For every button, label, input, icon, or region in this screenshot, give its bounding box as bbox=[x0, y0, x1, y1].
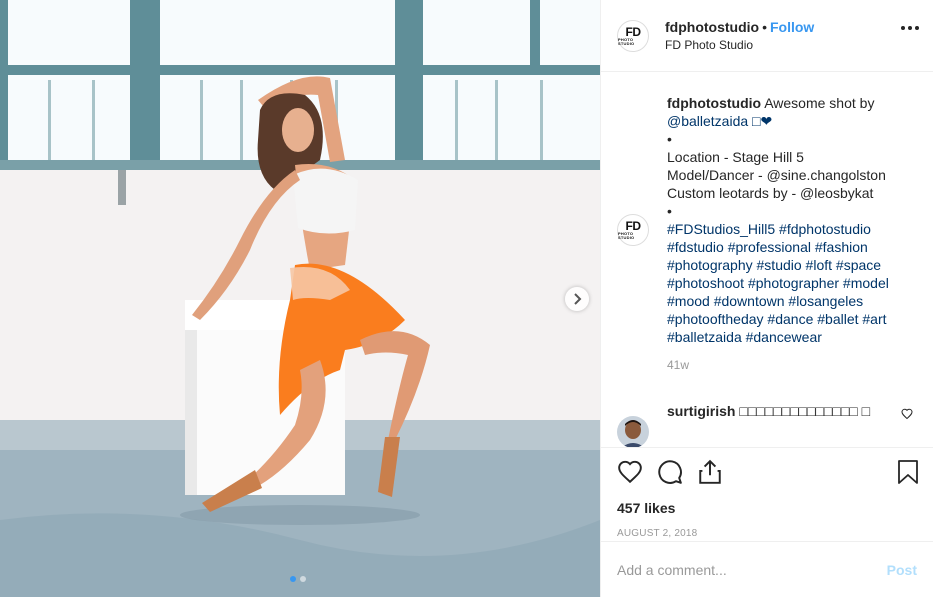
more-options-button[interactable] bbox=[901, 26, 919, 30]
comment-body: surtigirish □□□□□□□□□□□□□□ □ bbox=[667, 402, 877, 447]
user-photo-icon bbox=[617, 416, 649, 447]
caption-hashtags[interactable]: #balletzaida #dancewear bbox=[667, 328, 902, 346]
comment-item: surtigirish □□□□□□□□□□□□□□ □ bbox=[617, 402, 917, 447]
post-comment-button[interactable]: Post bbox=[887, 562, 917, 578]
post-date[interactable]: AUGUST 2, 2018 bbox=[617, 528, 917, 539]
caption-line: Location - Stage Hill 5 bbox=[667, 149, 804, 165]
carousel-dot bbox=[300, 576, 306, 582]
caption-avatar[interactable]: FD PHOTO STUDIO bbox=[617, 214, 649, 246]
post-photo[interactable] bbox=[0, 0, 600, 597]
caption-hashtags[interactable]: #photography #studio #loft #space bbox=[667, 256, 902, 274]
likes-count[interactable]: 457 likes bbox=[617, 500, 917, 516]
like-comment-button[interactable] bbox=[901, 407, 913, 423]
header-separator: • bbox=[762, 19, 767, 35]
add-comment-bar: Post bbox=[601, 541, 933, 597]
bookmark-icon bbox=[898, 460, 918, 484]
more-horizontal-icon bbox=[901, 26, 905, 30]
chevron-right-icon bbox=[574, 293, 582, 305]
action-icons-row bbox=[617, 458, 920, 486]
comment-button[interactable] bbox=[657, 459, 683, 485]
dancer-photo-image bbox=[0, 0, 600, 597]
caption-mention[interactable]: @balletzaida □❤ bbox=[667, 112, 902, 130]
share-button[interactable] bbox=[697, 459, 723, 485]
carousel-dot-active bbox=[290, 576, 296, 582]
commenter-avatar[interactable] bbox=[617, 416, 649, 447]
like-button[interactable] bbox=[617, 459, 643, 485]
caption-username-link[interactable]: fdphotostudio bbox=[667, 95, 761, 111]
post-caption: FD PHOTO STUDIO fdphotostudio Awesome sh… bbox=[617, 94, 917, 374]
caption-line: Awesome shot by bbox=[761, 95, 875, 111]
profile-avatar[interactable]: FD PHOTO STUDIO bbox=[617, 19, 649, 52]
comments-section: FD PHOTO STUDIO fdphotostudio Awesome sh… bbox=[601, 72, 933, 447]
heart-outline-icon bbox=[901, 408, 913, 420]
carousel-indicator bbox=[290, 576, 306, 582]
caption-line: • bbox=[667, 131, 672, 147]
instagram-post: FD PHOTO STUDIO fdphotostudio • Follow FD … bbox=[0, 0, 933, 597]
caption-hashtags[interactable]: #photoshoot #photographer #model bbox=[667, 274, 902, 292]
header-username-link[interactable]: fdphotostudio bbox=[665, 19, 759, 35]
caption-line: • bbox=[667, 203, 672, 219]
post-side-panel: FD PHOTO STUDIO fdphotostudio • Follow FD … bbox=[600, 0, 933, 597]
caption-timestamp[interactable]: 41w bbox=[667, 356, 902, 374]
header-text: fdphotostudio • Follow FD Photo Studio bbox=[665, 19, 814, 52]
avatar-logo-subtext: PHOTO STUDIO bbox=[618, 36, 635, 46]
location-link[interactable]: FD Photo Studio bbox=[665, 38, 814, 52]
caption-line: Model/Dancer - @sine.changolston bbox=[667, 167, 886, 183]
comment-input[interactable] bbox=[617, 561, 887, 578]
caption-hashtags[interactable]: #FDStudios_Hill5 #fdphotostudio bbox=[667, 220, 902, 238]
heart-icon bbox=[618, 460, 642, 484]
comment-text: □□□□□□□□□□□□□□ □ bbox=[735, 403, 871, 419]
post-actions: 457 likes AUGUST 2, 2018 Post bbox=[601, 447, 933, 597]
avatar-logo-subtext: PHOTO STUDIO bbox=[618, 231, 635, 240]
caption-hashtags[interactable]: #mood #downtown #losangeles bbox=[667, 292, 902, 310]
carousel-next-button[interactable] bbox=[565, 287, 589, 311]
follow-button[interactable]: Follow bbox=[770, 19, 814, 35]
caption-hashtags[interactable]: #fdstudio #professional #fashion bbox=[667, 238, 902, 256]
save-button[interactable] bbox=[896, 459, 920, 485]
avatar-logo-text: FD bbox=[625, 24, 642, 39]
caption-hashtags[interactable]: #photooftheday #dance #ballet #art bbox=[667, 310, 902, 328]
caption-body: fdphotostudio Awesome shot by @balletzai… bbox=[667, 94, 902, 374]
comment-bubble-icon bbox=[658, 460, 682, 484]
share-icon bbox=[699, 459, 721, 484]
caption-line: Custom leotards by - @leosbykat bbox=[667, 185, 874, 201]
post-header: FD PHOTO STUDIO fdphotostudio • Follow FD … bbox=[601, 0, 933, 72]
commenter-username-link[interactable]: surtigirish bbox=[667, 403, 735, 419]
